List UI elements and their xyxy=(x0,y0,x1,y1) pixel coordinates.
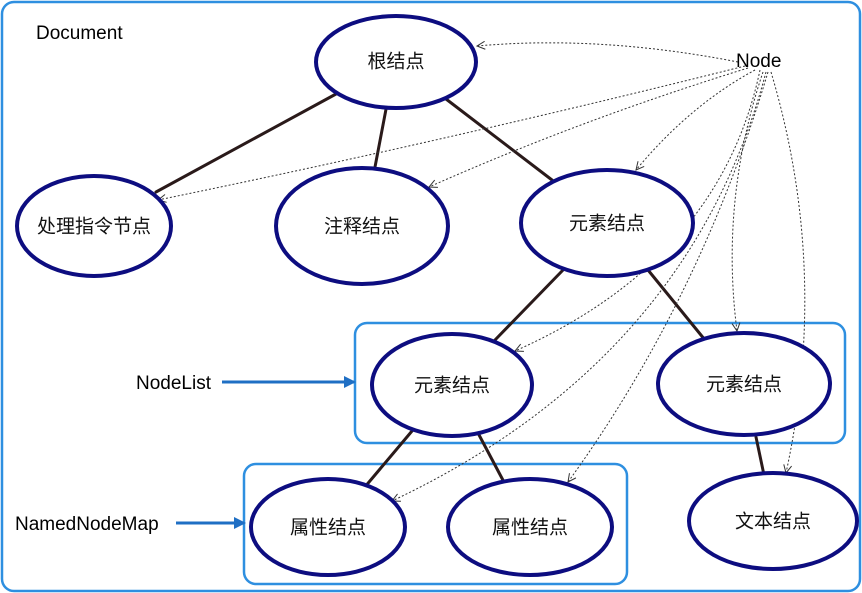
edge-child1-attr2 xyxy=(476,431,507,486)
diagram-canvas: 根结点 处理指令节点 注释结点 元素结点 元素结点 元素结点 属性结点 属性结点… xyxy=(0,0,862,593)
comment-node-label: 注释结点 xyxy=(324,216,400,238)
node-label: Node xyxy=(736,51,781,72)
arrow-node-child2 xyxy=(732,71,764,331)
root-node-label: 根结点 xyxy=(367,51,424,73)
edge-child1-attr1 xyxy=(362,429,414,490)
element-node-label: 元素结点 xyxy=(569,213,645,235)
namednodemap-label: NamedNodeMap xyxy=(15,514,159,535)
edge-root-comment xyxy=(373,102,389,169)
edge-element-child1 xyxy=(493,268,565,342)
edge-element-child2 xyxy=(646,268,707,342)
edge-root-pi xyxy=(154,92,338,194)
nodelist-label: NodeList xyxy=(136,373,212,394)
edge-root-element xyxy=(444,97,554,182)
child-element-node-2-label: 元素结点 xyxy=(706,374,782,396)
document-label: Document xyxy=(36,23,123,44)
text-node-label: 文本结点 xyxy=(735,511,811,533)
pi-node-label: 处理指令节点 xyxy=(37,216,151,238)
arrow-node-root xyxy=(477,43,739,63)
attr-node-2-label: 属性结点 xyxy=(492,517,568,539)
dom-tree-diagram: 根结点 处理指令节点 注释结点 元素结点 元素结点 元素结点 属性结点 属性结点… xyxy=(0,0,862,593)
arrow-node-element xyxy=(636,69,756,170)
child-element-node-1-label: 元素结点 xyxy=(414,375,490,397)
attr-node-1-label: 属性结点 xyxy=(290,517,366,539)
